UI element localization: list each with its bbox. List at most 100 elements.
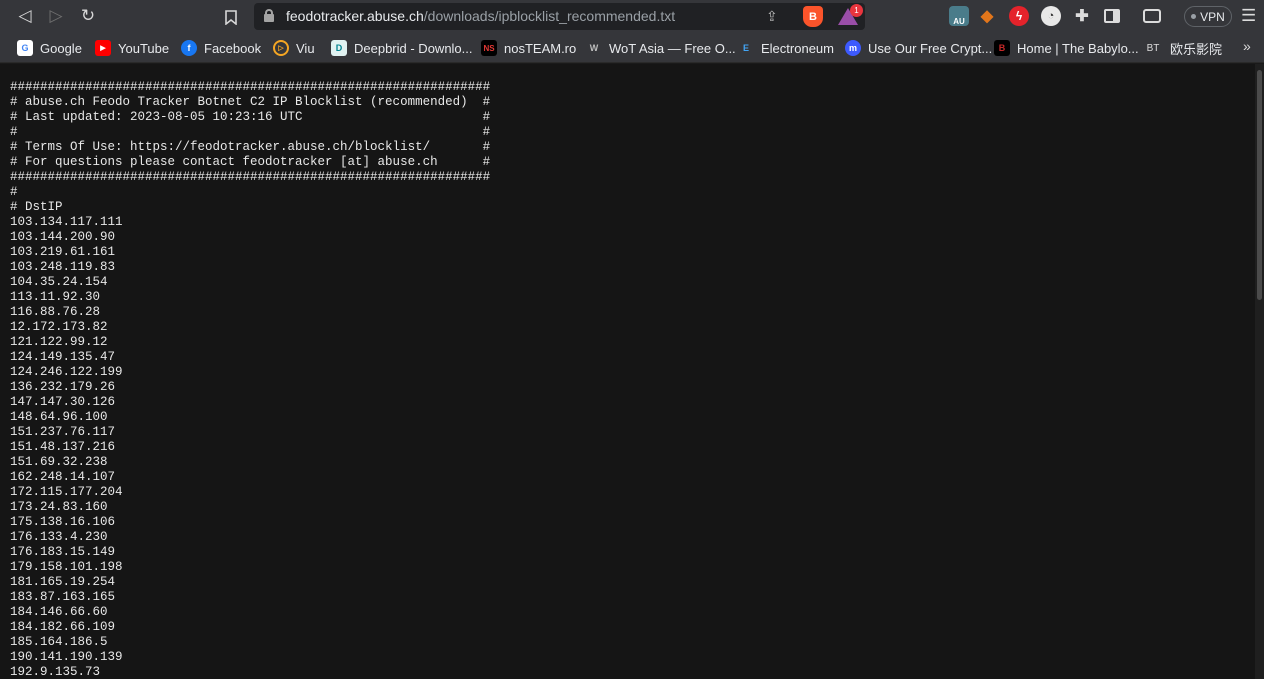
bookmark-label: WoT Asia — Free O... xyxy=(609,40,736,56)
back-button[interactable]: ◁ xyxy=(10,2,40,30)
bookmark-label: Deepbrid - Downlo... xyxy=(354,40,473,56)
ip-address-line: 113.11.92.30 xyxy=(10,290,101,304)
extension-au-icon[interactable]: AU xyxy=(949,6,969,26)
wot-icon: W xyxy=(589,43,599,53)
sidebar-toggle-icon[interactable] xyxy=(1104,9,1120,23)
extension-gauge-icon[interactable]: ◔ xyxy=(1041,6,1061,26)
bookmark-viu[interactable]: ▷ Viu xyxy=(273,37,315,59)
bookmark-google[interactable]: G Google xyxy=(17,37,82,59)
vpn-status-dot xyxy=(1191,14,1197,19)
ip-address-line: 103.134.117.111 xyxy=(10,215,123,229)
browser-toolbar: ◁ ▷ ↻ feodotracker.abuse.ch/downloads/ip… xyxy=(0,0,1264,33)
ip-address-line: 190.141.190.139 xyxy=(10,650,123,664)
lock-icon xyxy=(264,9,274,22)
brave-shields-icon[interactable]: B xyxy=(803,6,823,27)
vertical-scrollbar[interactable] xyxy=(1255,64,1264,679)
brave-rewards-icon[interactable]: 1 xyxy=(838,4,863,26)
bookmark-facebook[interactable]: f Facebook xyxy=(181,37,261,59)
ip-address-line: 176.133.4.230 xyxy=(10,530,108,544)
bookmark-bt[interactable]: BT 欧乐影院 xyxy=(1143,37,1222,59)
bookmark-deepbrid[interactable]: D Deepbrid - Downlo... xyxy=(331,37,473,59)
back-arrow-icon: ◁ xyxy=(18,6,32,25)
ip-address-line: 116.88.76.28 xyxy=(10,305,101,319)
deepbrid-icon: D xyxy=(331,40,347,56)
bookmark-nosteam[interactable]: NS nosTEAM.ro xyxy=(481,37,576,59)
reload-button[interactable]: ↻ xyxy=(73,2,103,30)
vpn-button[interactable]: VPN xyxy=(1184,6,1232,27)
menu-hamburger-icon[interactable]: ☰ xyxy=(1241,6,1256,26)
ip-address-line: 172.115.177.204 xyxy=(10,485,123,499)
bookmark-label: Google xyxy=(40,40,82,56)
bookmark-label: Electroneum xyxy=(761,40,834,56)
wallet-icon[interactable] xyxy=(1143,9,1161,23)
extensions-puzzle-icon[interactable]: ✚ xyxy=(1072,6,1092,26)
url-text[interactable]: feodotracker.abuse.ch/downloads/ipblockl… xyxy=(286,8,675,24)
header-comment-line: # # xyxy=(10,125,491,139)
ip-address-line: 151.69.32.238 xyxy=(10,455,108,469)
electroneum-icon: E xyxy=(742,43,749,53)
vpn-label: VPN xyxy=(1200,9,1225,24)
header-comment-line: # Terms Of Use: https://feodotracker.abu… xyxy=(10,140,491,154)
header-comment-line: # Last updated: 2023-08-05 10:23:16 UTC … xyxy=(10,110,491,124)
ip-address-line: 103.248.119.83 xyxy=(10,260,116,274)
url-host: feodotracker.abuse.ch xyxy=(286,8,424,24)
ip-address-line: 184.146.66.60 xyxy=(10,605,108,619)
youtube-icon: ▶ xyxy=(95,40,111,56)
bookmark-label: Use Our Free Crypt... xyxy=(868,40,993,56)
header-comment-line: # abuse.ch Feodo Tracker Botnet C2 IP Bl… xyxy=(10,95,491,109)
forward-button[interactable]: ▷ xyxy=(41,2,71,30)
bookmark-label: YouTube xyxy=(118,40,170,56)
bookmark-wot[interactable]: W WoT Asia — Free O... xyxy=(586,37,736,59)
ip-address-line: 151.237.76.117 xyxy=(10,425,116,439)
ip-address-line: 136.232.179.26 xyxy=(10,380,116,394)
ip-address-line: 147.147.30.126 xyxy=(10,395,116,409)
header-comment-line: # For questions please contact feodotrac… xyxy=(10,155,491,169)
ip-address-line: 183.87.163.165 xyxy=(10,590,116,604)
header-comment-line: ########################################… xyxy=(10,80,491,94)
bookmarks-overflow-chevron-icon[interactable]: » xyxy=(1243,38,1251,54)
scrollbar-thumb[interactable] xyxy=(1257,70,1262,300)
ip-address-line: 148.64.96.100 xyxy=(10,410,108,424)
bookmarks-bar: G Google ▶ YouTube f Facebook ▷ Viu D Deepbri… xyxy=(0,33,1264,63)
ip-address-line: 181.165.19.254 xyxy=(10,575,116,589)
header-comment-line: # xyxy=(10,185,18,199)
bookmark-youtube[interactable]: ▶ YouTube xyxy=(95,37,169,59)
ip-address-line: 162.248.14.107 xyxy=(10,470,116,484)
reload-icon: ↻ xyxy=(80,6,96,25)
ip-address-line: 103.219.61.161 xyxy=(10,245,116,259)
bookmark-page-button[interactable] xyxy=(216,3,246,31)
ip-address-line: 124.246.122.199 xyxy=(10,365,123,379)
bookmark-crypto[interactable]: m Use Our Free Crypt... xyxy=(845,37,992,59)
ip-address-line: 104.35.24.154 xyxy=(10,275,108,289)
nosteam-icon: NS xyxy=(481,40,497,56)
metamask-fox-icon[interactable]: ◆ xyxy=(977,6,997,26)
rewards-badge: 1 xyxy=(850,4,863,17)
text-document-viewer: ########################################… xyxy=(0,64,1255,679)
bookmark-label: nosTEAM.ro xyxy=(504,40,577,56)
address-bar[interactable]: feodotracker.abuse.ch/downloads/ipblockl… xyxy=(254,3,865,30)
bookmark-label: 欧乐影院 xyxy=(1170,41,1223,57)
bookmark-electroneum[interactable]: E Electroneum xyxy=(738,37,834,59)
ip-address-line: 184.182.66.109 xyxy=(10,620,116,634)
google-icon: G xyxy=(17,40,33,56)
bt-icon: BT xyxy=(1146,42,1160,54)
header-comment-line: ########################################… xyxy=(10,170,491,184)
bookmark-label: Home | The Babylo... xyxy=(1017,40,1139,56)
ip-address-line: 176.183.15.149 xyxy=(10,545,116,559)
share-icon[interactable]: ⇪ xyxy=(766,8,778,25)
ip-address-line: 179.158.101.198 xyxy=(10,560,123,574)
blocklist-text: ########################################… xyxy=(10,80,490,679)
ip-address-line: 185.164.186.5 xyxy=(10,635,108,649)
crypto-icon: m xyxy=(845,40,861,56)
bookmark-babylon[interactable]: B Home | The Babylo... xyxy=(994,37,1139,59)
viu-icon: ▷ xyxy=(273,40,289,56)
bookmark-label: Viu xyxy=(296,40,315,56)
ip-address-line: 192.9.135.73 xyxy=(10,665,101,679)
bookmark-icon xyxy=(225,9,237,25)
forward-arrow-icon: ▷ xyxy=(49,6,63,25)
ip-address-line: 12.172.173.82 xyxy=(10,320,108,334)
ip-address-line: 173.24.83.160 xyxy=(10,500,108,514)
extension-bolt-icon[interactable]: ϟ xyxy=(1009,6,1029,26)
ip-address-line: 124.149.135.47 xyxy=(10,350,116,364)
ip-address-line: 175.138.16.106 xyxy=(10,515,116,529)
